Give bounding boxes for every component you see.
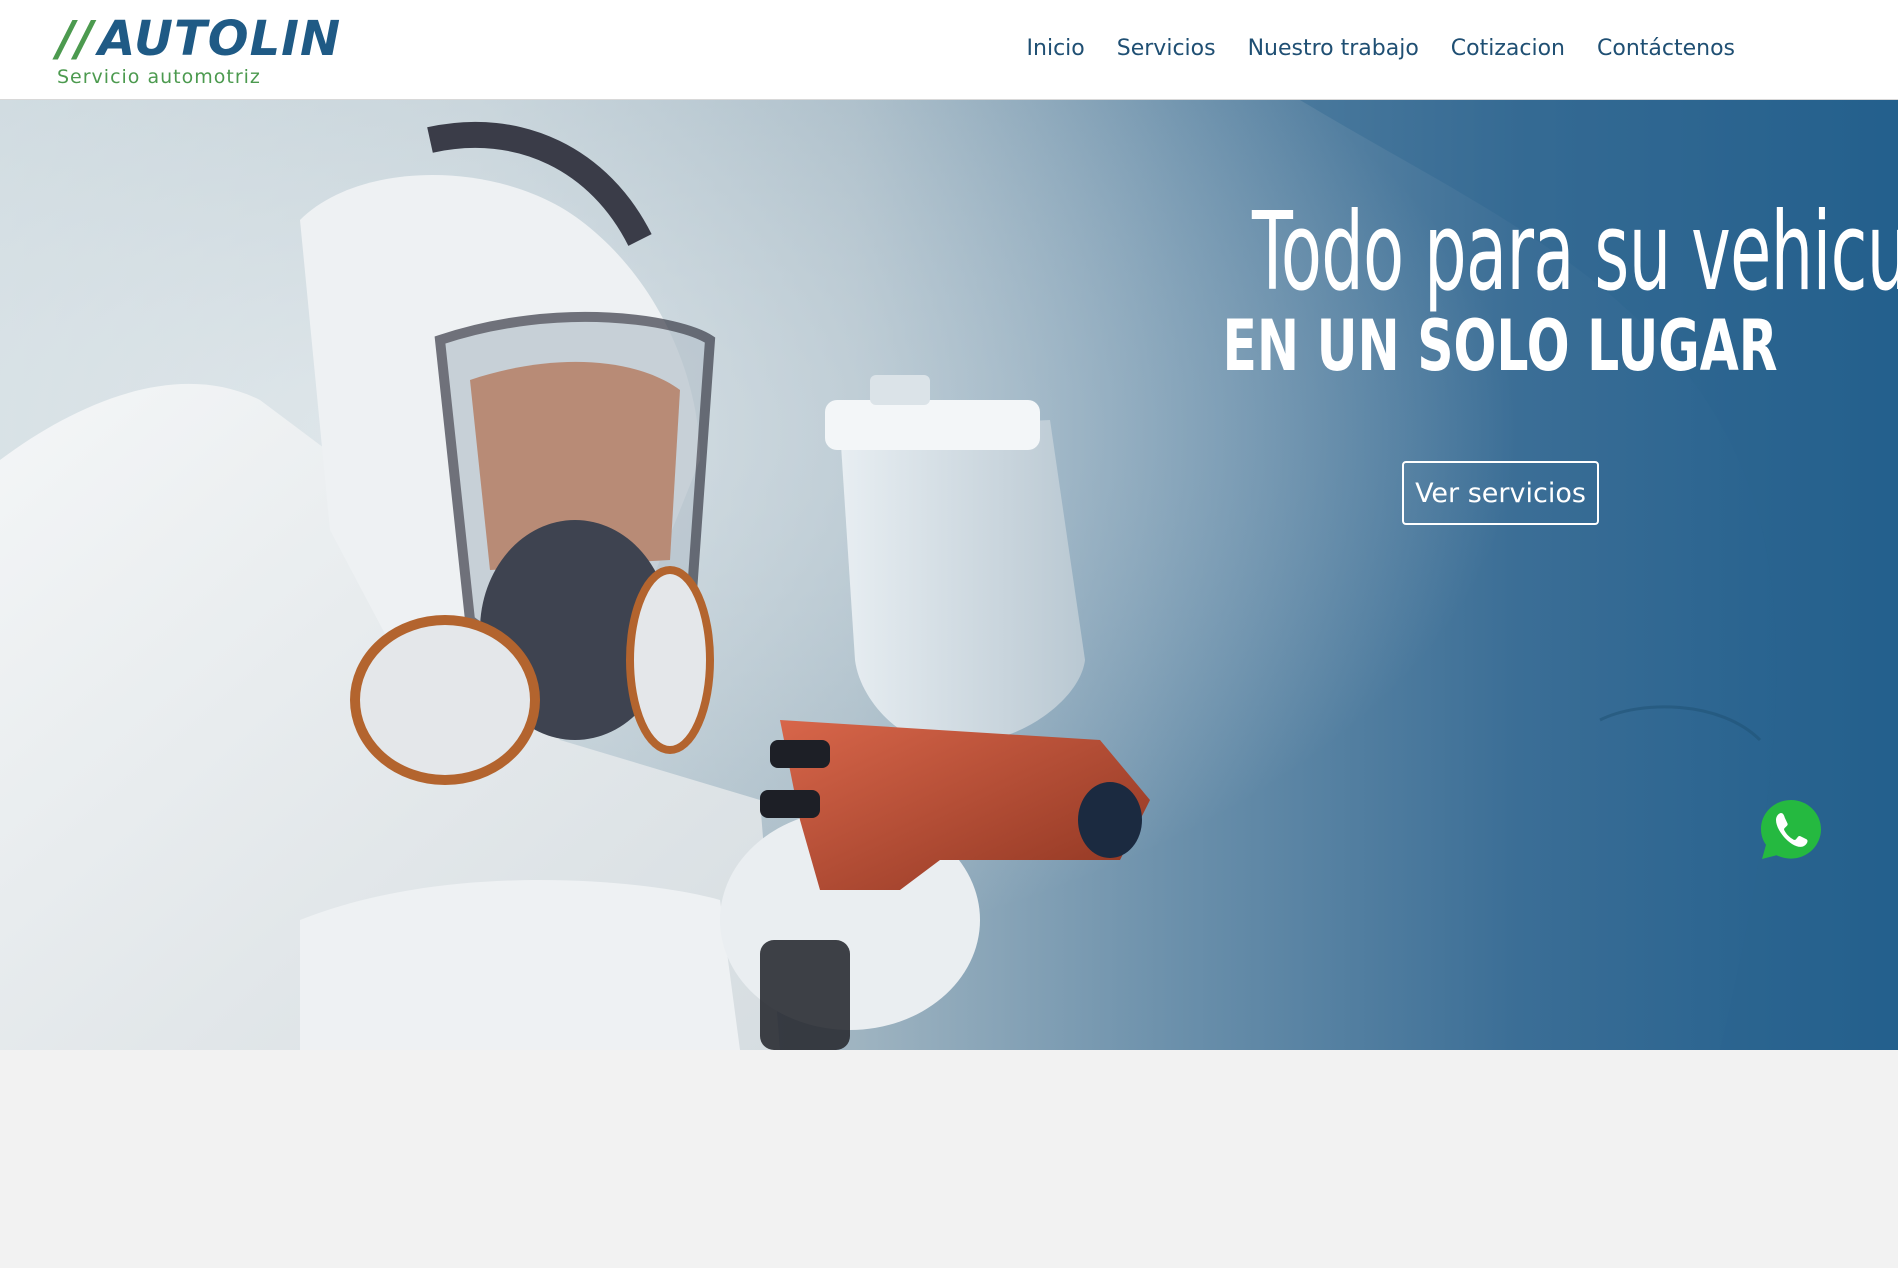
brand-logo[interactable]: // AUTOLIN Servicio automotriz [57, 14, 341, 88]
hero-subtitle: EN UN SOLO LUGAR [1222, 305, 1778, 387]
logo-tagline: Servicio automotriz [57, 66, 261, 88]
ver-servicios-button[interactable]: Ver servicios [1402, 461, 1599, 525]
logo-name: AUTOLIN [98, 11, 342, 67]
main-nav: Inicio Servicios Nuestro trabajo Cotizac… [1027, 36, 1735, 61]
logo-slashes: // [57, 11, 95, 67]
hero-title: Todo para su vehiculo [1252, 190, 1898, 315]
nav-item-servicios[interactable]: Servicios [1117, 36, 1216, 61]
whatsapp-icon[interactable] [1759, 798, 1823, 862]
nav-item-inicio[interactable]: Inicio [1027, 36, 1085, 61]
site-header: // AUTOLIN Servicio automotriz Inicio Se… [0, 0, 1898, 100]
nav-item-cotizacion[interactable]: Cotizacion [1451, 36, 1565, 61]
logo-wordmark: // AUTOLIN [57, 14, 341, 64]
nav-item-nuestro-trabajo[interactable]: Nuestro trabajo [1248, 36, 1419, 61]
hero-banner: Todo para su vehiculo EN UN SOLO LUGAR V… [0, 100, 1898, 1050]
nav-item-contactenos[interactable]: Contáctenos [1597, 36, 1735, 61]
